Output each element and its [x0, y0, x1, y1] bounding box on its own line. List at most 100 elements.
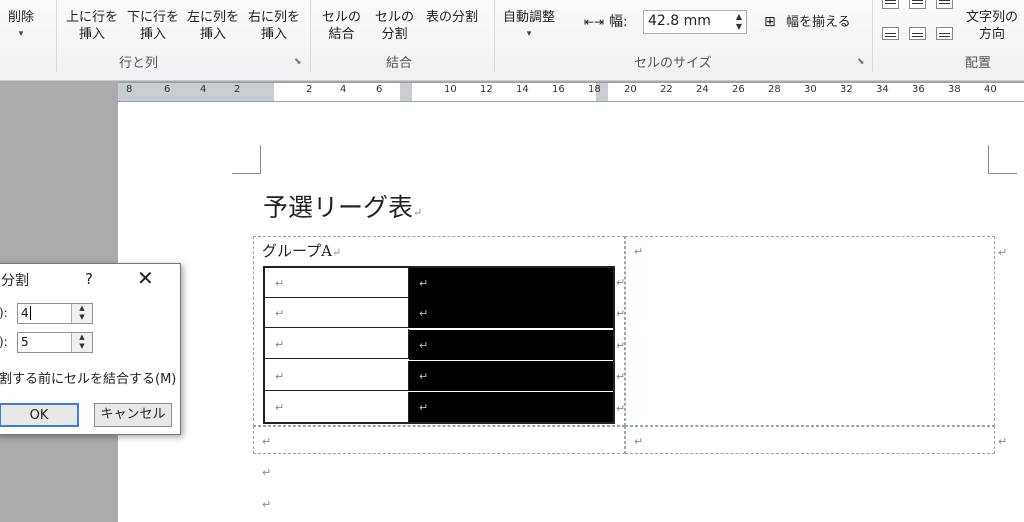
end-of-row-mark-icon: ↵ [616, 276, 626, 289]
align-bottom-left-button[interactable] [882, 27, 899, 40]
spin-button[interactable]: ▲ ▼ [71, 304, 92, 323]
close-icon[interactable]: ✕ [137, 266, 154, 290]
cell-mark-icon: ↵ [634, 435, 644, 448]
distribute-columns-icon: ⊞ [764, 14, 776, 30]
ruler-number: 30 [804, 84, 817, 95]
selected-table-cell[interactable]: ↵ [409, 361, 613, 391]
split-table-button[interactable]: 表の分割 [426, 9, 478, 26]
text-direction-label-2: 方向 [979, 27, 1006, 42]
rows-input[interactable]: 5 ▲ ▼ [17, 332, 93, 353]
ruler-number: 2 [306, 84, 313, 95]
columns-input[interactable]: 4 ▲ ▼ [17, 303, 93, 324]
selected-table-cell[interactable]: ↵ [409, 298, 613, 328]
document-title-text: 予選リーグ表 [263, 193, 414, 222]
paragraph-mark-icon: ↵ [413, 206, 423, 219]
insert-column-right-button[interactable]: 右に列を 挿入 [248, 9, 300, 43]
rows-value: 5 [21, 335, 29, 349]
selected-table-cell[interactable]: ↵ [409, 330, 613, 360]
outer-table-cell[interactable] [625, 236, 995, 426]
crop-mark [988, 145, 1017, 174]
ruler-number: 24 [696, 84, 709, 95]
cancel-button[interactable]: キャンセル [94, 403, 172, 427]
insert-row-above-label-2: 挿入 [79, 27, 106, 42]
group-label-rows-columns: 行と列 [119, 56, 159, 71]
horizontal-ruler[interactable]: 8 6 4 2 2 4 6 10 12 14 16 18 20 22 24 26 28 30 32 34 36 38 40 [118, 82, 1024, 102]
insert-row-above-button[interactable]: 上に行を 挿入 [66, 9, 118, 43]
group-label: グループA↵ [262, 240, 341, 261]
merge-before-split-checkbox[interactable]: 割する前にセルを結合する(M) [0, 368, 176, 387]
cell-mark-icon: ↵ [262, 435, 272, 448]
text-direction-button[interactable]: 文字列の 方向 [966, 9, 1018, 43]
table-cell[interactable]: ↵ [265, 268, 409, 298]
ruler-number: 4 [340, 84, 347, 95]
outer-table-cell[interactable] [253, 426, 625, 454]
ruler-column-marker[interactable] [400, 83, 412, 101]
split-cells-dialog: 分割 ? ✕ ): 4 ▲▼ ): 5 ▲▼ 割する前にセルを結合する(M) O… [0, 263, 181, 435]
autofit-button[interactable]: 自動調整 ▾ [503, 9, 555, 43]
ruler-number: 34 [876, 84, 889, 95]
table-cell[interactable]: ↵ [265, 361, 409, 391]
width-label: 幅: [609, 14, 628, 30]
selected-table-cell[interactable]: ↵ [409, 268, 613, 298]
ruler-number: 20 [624, 84, 637, 95]
inner-table[interactable]: ↵ ↵ ↵ ↵ ↵ ↵ ↵ ↵ ↵ ↵ [263, 266, 615, 424]
align-bottom-right-button[interactable] [936, 27, 953, 40]
width-input[interactable]: 42.8 mm ▲ ▼ [643, 10, 747, 34]
spin-button[interactable]: ▲ ▼ [71, 333, 92, 352]
ruler-number: 4 [200, 84, 207, 95]
ruler-number: 14 [516, 84, 529, 95]
ruler-number: 2 [234, 84, 241, 95]
delete-button[interactable]: 削除 ▾ [8, 9, 34, 43]
columns-label: ): [0, 306, 8, 320]
help-button[interactable]: ? [85, 270, 93, 288]
ruler-number: 18 [588, 84, 601, 95]
paragraph-mark-icon: ↵ [262, 498, 272, 511]
ruler-number: 22 [660, 84, 673, 95]
ruler-number: 8 [126, 84, 133, 95]
distribute-columns-button[interactable]: 幅を揃える [786, 14, 851, 31]
group-separator [310, 0, 311, 72]
ruler-margin [118, 83, 274, 101]
end-of-row-mark-icon: ↵ [998, 246, 1008, 259]
dialog-launcher-icon[interactable]: ⬊ [857, 57, 865, 67]
insert-row-below-button[interactable]: 下に行を 挿入 [127, 9, 179, 43]
insert-column-left-label: 左に列を [187, 10, 240, 25]
ok-button[interactable]: OK [0, 403, 79, 427]
paragraph-mark-icon: ↵ [275, 370, 285, 383]
align-top-right-button[interactable] [936, 0, 953, 9]
columns-value: 4 [21, 306, 29, 320]
rows-label: ): [0, 335, 8, 349]
insert-column-left-button[interactable]: 左に列を 挿入 [187, 9, 239, 43]
paragraph-mark-icon: ↵ [419, 277, 429, 290]
dialog-launcher-icon[interactable]: ⬊ [294, 57, 302, 67]
merge-cells-button[interactable]: セルの 結合 [322, 9, 361, 43]
ruler-number: 6 [164, 84, 171, 95]
paragraph-mark-icon: ↵ [275, 338, 285, 351]
insert-row-below-label-2: 挿入 [140, 27, 167, 42]
paragraph-mark-icon: ↵ [275, 277, 285, 290]
group-label-text: グループA [262, 242, 332, 260]
paragraph-mark-icon: ↵ [419, 370, 429, 383]
width-value: 42.8 mm [648, 13, 711, 29]
paragraph-mark-icon: ↵ [275, 307, 285, 320]
table-cell[interactable]: ↵ [265, 329, 409, 359]
selected-table-cell[interactable]: ↵ [409, 392, 613, 422]
ruler-number: 12 [480, 84, 493, 95]
group-label-merge: 結合 [386, 56, 413, 71]
table-cell[interactable]: ↵ [265, 298, 409, 328]
outer-table-cell[interactable] [625, 426, 995, 454]
align-top-center-button[interactable] [909, 0, 926, 9]
crop-mark [232, 145, 261, 174]
end-of-row-mark-icon: ↵ [616, 370, 626, 383]
table-cell[interactable]: ↵ [265, 392, 409, 422]
paragraph-mark-icon: ↵ [419, 307, 429, 320]
ruler-number: 36 [912, 84, 925, 95]
chevron-down-icon: ▾ [18, 29, 24, 39]
spin-button[interactable]: ▲ ▼ [736, 12, 742, 32]
end-of-row-mark-icon: ↵ [616, 339, 626, 352]
split-cells-button[interactable]: セルの 分割 [375, 9, 414, 43]
align-bottom-center-button[interactable] [909, 27, 926, 40]
group-separator [56, 0, 57, 72]
ruler-number: 6 [376, 84, 383, 95]
align-top-left-button[interactable] [882, 0, 899, 9]
